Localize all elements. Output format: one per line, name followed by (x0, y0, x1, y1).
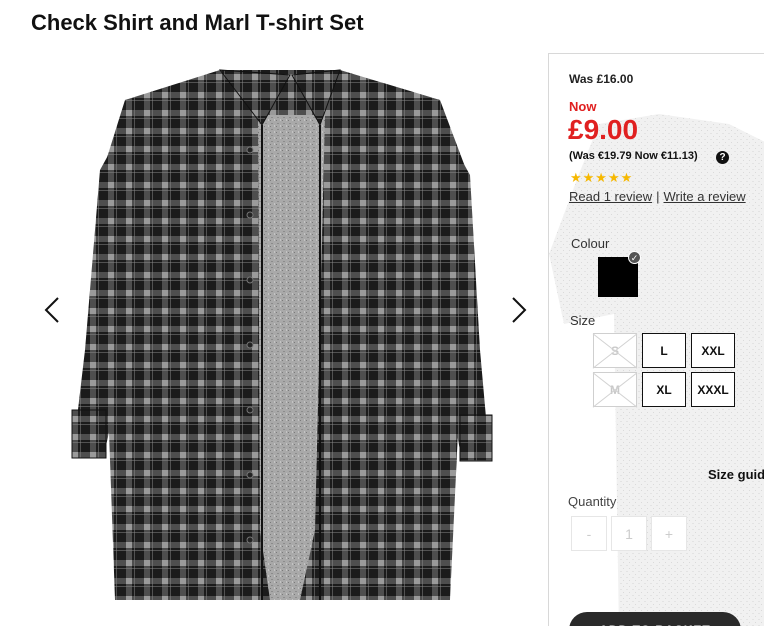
size-option-xxl[interactable]: XXL (691, 333, 735, 368)
size-option-l[interactable]: L (642, 333, 686, 368)
quantity-input[interactable] (611, 516, 647, 551)
quantity-label: Quantity (568, 494, 617, 509)
colour-label: Colour (571, 236, 610, 251)
product-options-panel: Was £16.00 Now £9.00 (Was €19.79 Now €11… (548, 53, 764, 626)
now-label: Now (569, 99, 597, 114)
product-image-gallery (30, 50, 540, 626)
size-option-m[interactable]: M (593, 372, 637, 407)
review-links: Read 1 review | Write a review (569, 189, 746, 204)
read-review-link[interactable]: Read 1 review (569, 189, 652, 204)
product-title: Check Shirt and Marl T-shirt Set (31, 10, 364, 35)
quantity-stepper: - + (571, 516, 687, 551)
add-to-basket-button[interactable]: ADD TO BASKET (569, 612, 741, 626)
size-option-xxxl[interactable]: XXXL (691, 372, 735, 407)
now-price: £9.00 (568, 114, 639, 145)
review-separator: | (656, 189, 660, 204)
size-label: Size (570, 313, 596, 328)
size-option-s[interactable]: S (593, 333, 637, 368)
help-icon[interactable]: ? (716, 151, 729, 164)
previous-image-arrow-icon[interactable] (38, 295, 68, 325)
quantity-plus-button[interactable]: + (651, 516, 687, 551)
next-image-arrow-icon[interactable] (503, 295, 533, 325)
euro-price: (Was €19.79 Now €11.13) (569, 150, 698, 162)
was-price: Was £16.00 (569, 72, 634, 86)
product-image (71, 69, 493, 600)
selected-check-icon: ✓ (628, 251, 641, 264)
rating-stars-icon: ★★★★★ (570, 170, 634, 185)
size-guide-link[interactable]: Size guide (708, 467, 764, 482)
size-options: S L XXL M XL XXXL (593, 333, 743, 407)
write-review-link[interactable]: Write a review (664, 189, 746, 204)
quantity-minus-button[interactable]: - (571, 516, 607, 551)
size-option-xl[interactable]: XL (642, 372, 686, 407)
